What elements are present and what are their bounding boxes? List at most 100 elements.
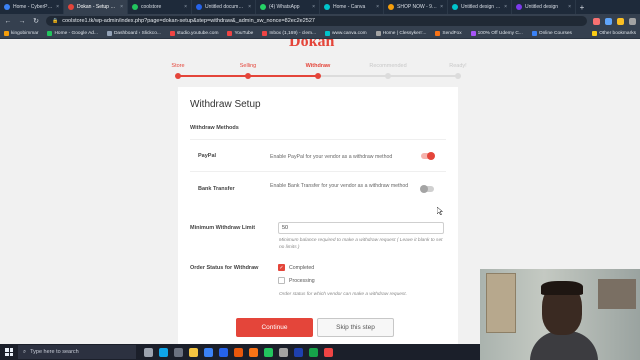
settings-icon[interactable] [174, 347, 183, 357]
bookmark-item[interactable]: SendFox [435, 30, 462, 36]
photoshop-icon[interactable] [294, 347, 303, 357]
task-view-icon[interactable] [144, 347, 153, 357]
checkbox-checked-icon[interactable]: ✓ [278, 264, 285, 271]
taskbar-apps [136, 347, 333, 357]
browser-tab[interactable]: (4) WhatsApp × [256, 0, 320, 14]
tab-title: Untitled design [525, 4, 559, 10]
bookmark-item[interactable]: studio.youtube.com [169, 30, 218, 36]
bookmark-label: SendFox [442, 30, 462, 36]
bank-transfer-toggle[interactable] [420, 185, 434, 193]
browser-tab[interactable]: Home - Canva × [320, 0, 384, 14]
browser-tab[interactable]: Dokan - Setup Wi... × [64, 0, 128, 14]
withdraw-methods-title: Withdraw Methods [190, 125, 239, 131]
chrome-icon[interactable] [264, 347, 273, 357]
webcam-person-hair [541, 281, 583, 295]
step-label: Store [171, 63, 185, 69]
tab-favicon-icon [324, 4, 330, 10]
step-dot-icon [175, 73, 181, 79]
bookmark-favicon-icon [4, 30, 9, 36]
min-withdraw-limit-input[interactable] [278, 222, 444, 234]
bookmark-label: Online Courses [538, 30, 572, 36]
taskbar-search[interactable]: ⌕ Type here to search [18, 345, 136, 359]
mail-icon[interactable] [219, 347, 228, 357]
search-icon: ⌕ [23, 348, 27, 355]
bookmark-favicon-icon [47, 30, 53, 36]
order-status-help: Order status for which vendor can make a… [279, 292, 407, 297]
bookmark-favicon-icon [325, 30, 330, 36]
order-status-processing[interactable]: Processing [278, 277, 315, 284]
firefox-icon[interactable] [249, 347, 258, 357]
tab-favicon-icon [452, 4, 458, 10]
browser-tab[interactable]: Untitled design -... × [448, 0, 512, 14]
tab-close-icon[interactable]: × [376, 4, 379, 10]
store-icon[interactable] [204, 347, 213, 357]
extensions-area [593, 17, 636, 25]
tab-close-icon[interactable]: × [56, 4, 59, 10]
bookmark-item[interactable]: Inbox (1,169) - clem... [262, 30, 316, 36]
profile-icon[interactable] [629, 17, 636, 25]
bookmark-favicon-icon [227, 30, 233, 36]
bookmark-item[interactable]: Dashboard ‹ Slickco... [106, 30, 161, 36]
reload-icon[interactable]: ↻ [32, 17, 40, 25]
browser-tab[interactable]: Home - CyberPanel × [0, 0, 64, 14]
browser-tab[interactable]: coolstore × [128, 0, 192, 14]
file-explorer-icon[interactable] [189, 347, 198, 357]
skip-step-button[interactable]: Skip this step [317, 318, 394, 337]
bookmark-item[interactable]: Online Courses [531, 30, 572, 36]
bookmark-favicon-icon [106, 30, 112, 36]
browser-tab[interactable]: Untitled design × [512, 0, 576, 14]
checkbox-unchecked-icon[interactable] [278, 277, 285, 284]
tab-close-icon[interactable]: × [440, 4, 443, 10]
forward-icon[interactable]: → [18, 18, 26, 25]
order-status-completed[interactable]: ✓ Completed [278, 264, 314, 271]
bookmark-label: www.canva.com [332, 30, 367, 36]
setup-step-selling: Selling [220, 63, 276, 79]
tab-title: Home - CyberPanel [13, 4, 54, 10]
webcam-door [486, 273, 516, 333]
tab-close-icon[interactable]: × [568, 4, 571, 10]
edge-icon[interactable] [159, 347, 168, 357]
extension-icon[interactable] [617, 17, 624, 25]
tab-favicon-icon [260, 4, 266, 10]
bookmark-item[interactable]: YouTube [227, 30, 253, 36]
tab-close-icon[interactable]: × [120, 4, 123, 10]
app-icon[interactable] [279, 347, 288, 357]
bookmark-item[interactable]: www.canva.com [325, 30, 367, 36]
tab-close-icon[interactable]: × [184, 4, 187, 10]
browser-tab-strip: Home - CyberPanel × Dokan - Setup Wi... × co… [0, 0, 640, 14]
step-label: Ready! [449, 63, 467, 69]
bookmark-item[interactable]: Home | Clessyken'... [375, 30, 426, 36]
tab-favicon-icon [516, 4, 522, 10]
new-tab-icon[interactable]: + [576, 0, 588, 14]
paypal-toggle[interactable] [421, 152, 435, 160]
extension-icon[interactable] [605, 17, 612, 25]
step-label: Recommended [369, 63, 407, 69]
folder-icon [592, 30, 598, 36]
tab-close-icon[interactable]: × [248, 4, 251, 10]
back-icon[interactable]: ← [4, 18, 12, 25]
tab-title: Dokan - Setup Wi... [77, 4, 118, 10]
url-field[interactable]: 🔒 coolstore1.tk/wp-admin/index.php?page=… [46, 16, 587, 26]
setup-steps: Store Selling Withdraw Recommended Ready! [171, 63, 467, 83]
bookmark-item[interactable]: kingobimmar [4, 30, 38, 36]
browser-tab[interactable]: Untitled documen... × [192, 0, 256, 14]
browser-tab[interactable]: SHOP NOW - 930...× [384, 0, 448, 14]
extension-icon[interactable] [593, 17, 600, 25]
chrome-active-icon[interactable] [324, 347, 333, 357]
continue-button[interactable]: Continue [236, 318, 313, 337]
tab-title: (4) WhatsApp [269, 4, 300, 10]
camtasia-icon[interactable] [309, 347, 318, 357]
bookmark-favicon-icon [470, 30, 476, 36]
start-button[interactable] [0, 344, 18, 360]
webcam-overlay [480, 269, 640, 360]
tab-close-icon[interactable]: × [504, 4, 507, 10]
bookmark-item[interactable]: 100% Off Udemy C... [470, 30, 523, 36]
other-bookmarks[interactable]: Other bookmarks [592, 30, 636, 36]
bookmark-item[interactable]: Home - Google Ad... [47, 30, 98, 36]
bookmark-favicon-icon [262, 30, 268, 36]
tab-title: Untitled design -... [461, 4, 502, 10]
method-description: Enable PayPal for your vendor as a withd… [270, 154, 393, 160]
method-row-bank-transfer: Bank Transfer Enable Bank Transfer for y… [190, 173, 446, 205]
tab-close-icon[interactable]: × [312, 4, 315, 10]
office-icon[interactable] [234, 347, 243, 357]
